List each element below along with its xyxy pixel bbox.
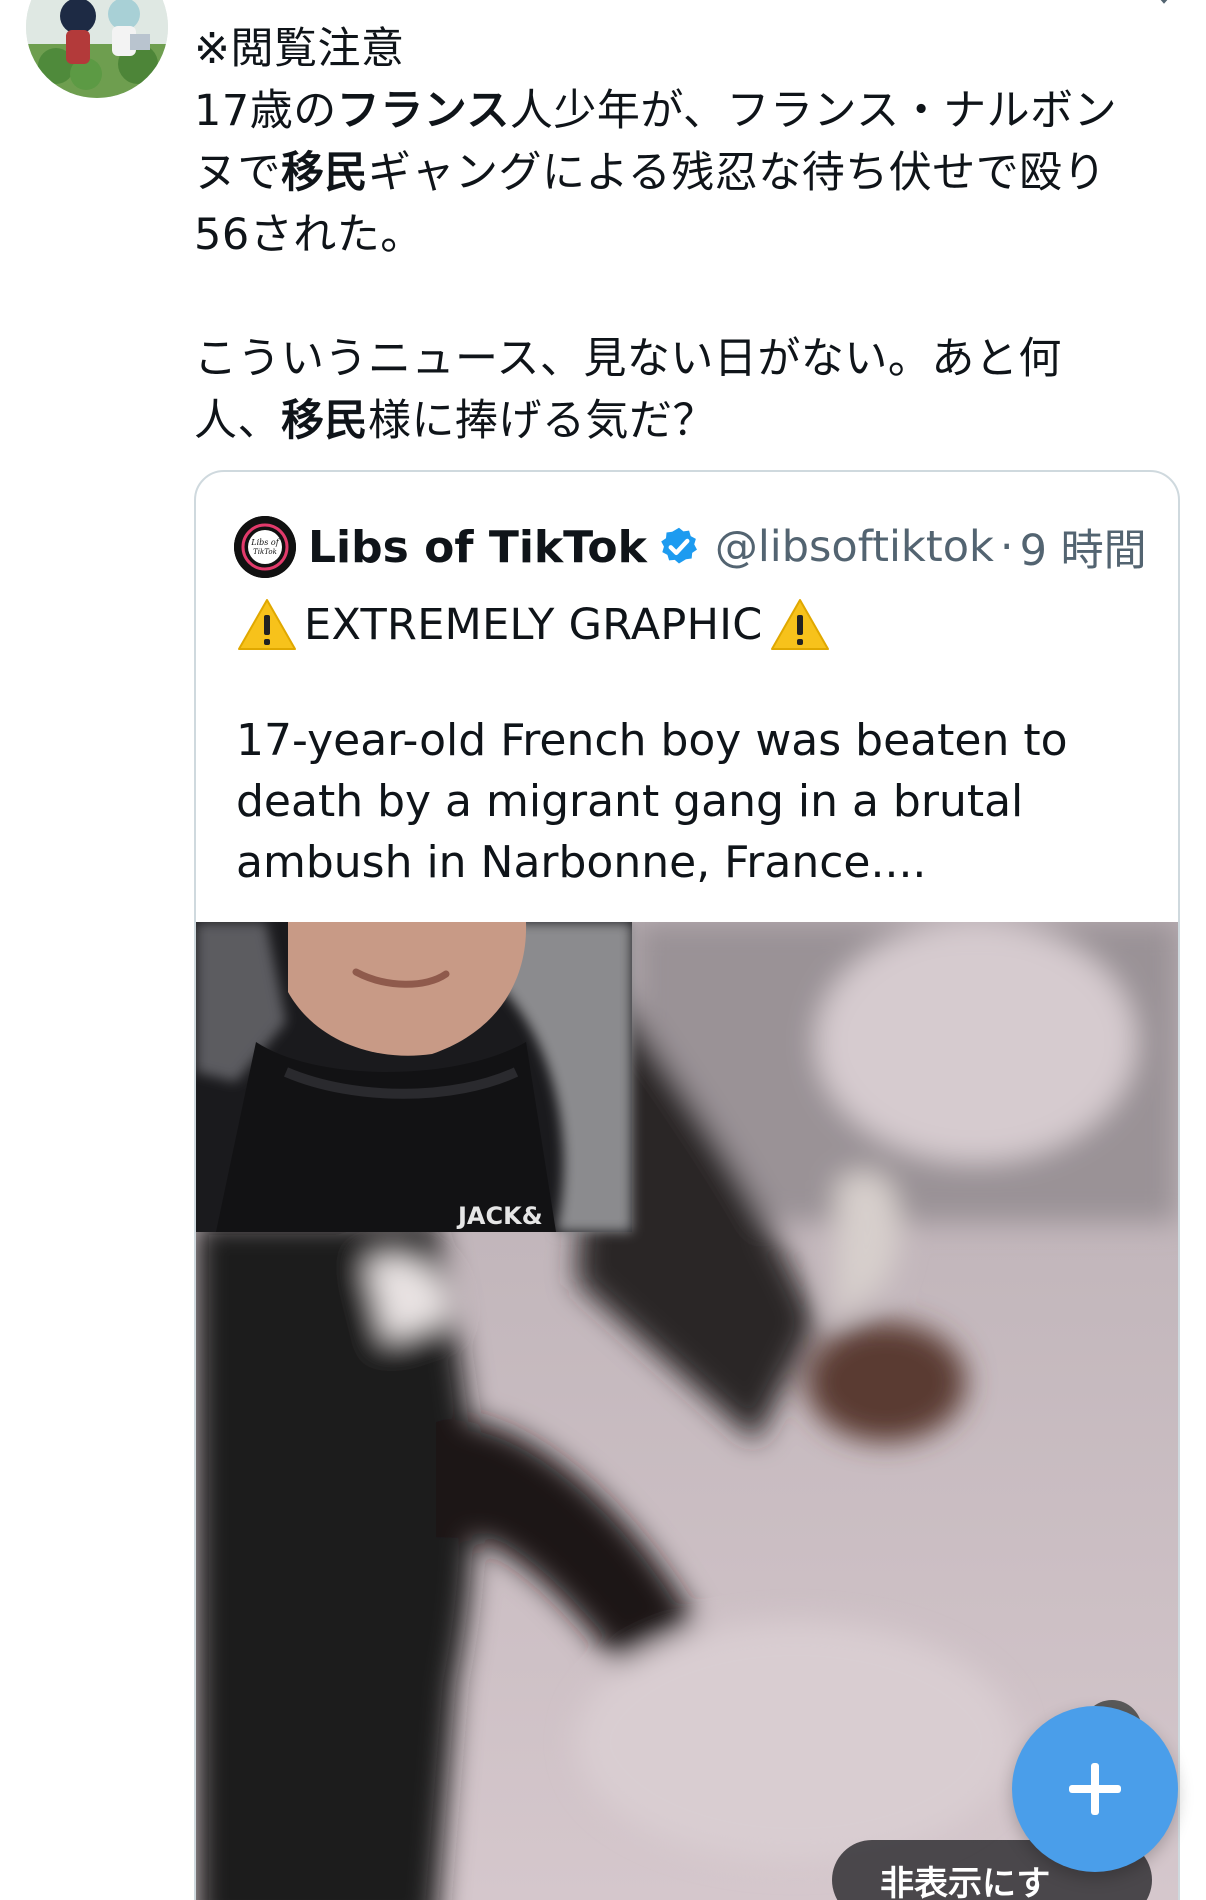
quoted-body-line-3: ambush in Narbonne, France.... <box>236 837 927 888</box>
tweet-text: ※閲覧注意 17歳のフランス人少年が、フランス・ナルボン ヌで移民ギャングによる… <box>194 18 1174 452</box>
jacket-logo-text: JACK& <box>456 1202 543 1230</box>
warning-text: EXTREMELY GRAPHIC <box>304 600 763 650</box>
tweet-line-6-bold: 移民 <box>281 396 368 446</box>
tweet-line-5: こういうニュース、見ない日がない。あと何 <box>194 334 1062 384</box>
separator-dot: · <box>999 522 1014 572</box>
tweet-line-2-pre: 17歳の <box>194 86 337 136</box>
quoted-avatar[interactable]: Libs of TikTok <box>234 516 296 578</box>
quoted-body-line-1: 17-year-old French boy was beaten to <box>236 715 1068 766</box>
quoted-timestamp[interactable]: 9 時間 <box>1020 516 1147 578</box>
quoted-tweet-card[interactable]: Libs of TikTok Libs of TikTok @libsoftik… <box>194 470 1180 1900</box>
quoted-author-handle[interactable]: @libsoftiktok <box>715 522 994 572</box>
quoted-avatar-logo: Libs of TikTok <box>234 516 296 578</box>
quoted-body-line-2: death by a migrant gang in a brutal <box>236 776 1024 827</box>
tweet-line-1: ※閲覧注意 <box>194 24 405 74</box>
warning-icon <box>238 599 296 650</box>
media-inset-photo: JACK& <box>196 922 632 1232</box>
avatar[interactable] <box>26 0 168 98</box>
tweet-line-3-bold: 移民 <box>281 148 368 198</box>
tweet-line-6: 人、移民様に捧げる気だ？ <box>194 390 1174 452</box>
chevron-down-icon[interactable] <box>1144 0 1184 10</box>
quoted-tweet-body: 17-year-old French boy was beaten to dea… <box>236 710 1136 893</box>
compose-button[interactable] <box>1012 1706 1178 1872</box>
tweet-line-2-post: 人少年が、フランス・ナルボン <box>509 86 1118 136</box>
tweet-line-2: 17歳のフランス人少年が、フランス・ナルボン <box>194 80 1174 142</box>
tweet-line-3: ヌで移民ギャングによる残忍な待ち伏せで殴り <box>194 142 1174 204</box>
tweet-line-4: 56された。 <box>194 210 424 260</box>
tweet-line-6-pre: 人、 <box>194 396 281 446</box>
quoted-avatar-text-2: TikTok <box>253 548 277 556</box>
quoted-avatar-text-1: Libs of <box>250 538 280 547</box>
avatar-illustration <box>26 0 168 98</box>
verified-badge-icon <box>661 527 697 564</box>
graphic-warning: EXTREMELY GRAPHIC <box>236 590 831 660</box>
plus-icon <box>1069 1763 1121 1815</box>
warning-icon <box>770 599 829 650</box>
tweet-line-2-bold: フランス <box>336 86 510 136</box>
tweet-page: ※閲覧注意 17歳のフランス人少年が、フランス・ナルボン ヌで移民ギャングによる… <box>0 0 1206 1900</box>
quoted-author-name[interactable]: Libs of TikTok <box>308 522 647 573</box>
tweet-line-3-pre: ヌで <box>194 148 281 198</box>
quoted-tweet-header: Libs of TikTok Libs of TikTok @libsoftik… <box>234 512 1147 582</box>
tweet-line-6-post: 様に捧げる気だ？ <box>368 396 716 446</box>
tweet-line-3-post: ギャングによる残忍な待ち伏せで殴り <box>368 148 1107 198</box>
